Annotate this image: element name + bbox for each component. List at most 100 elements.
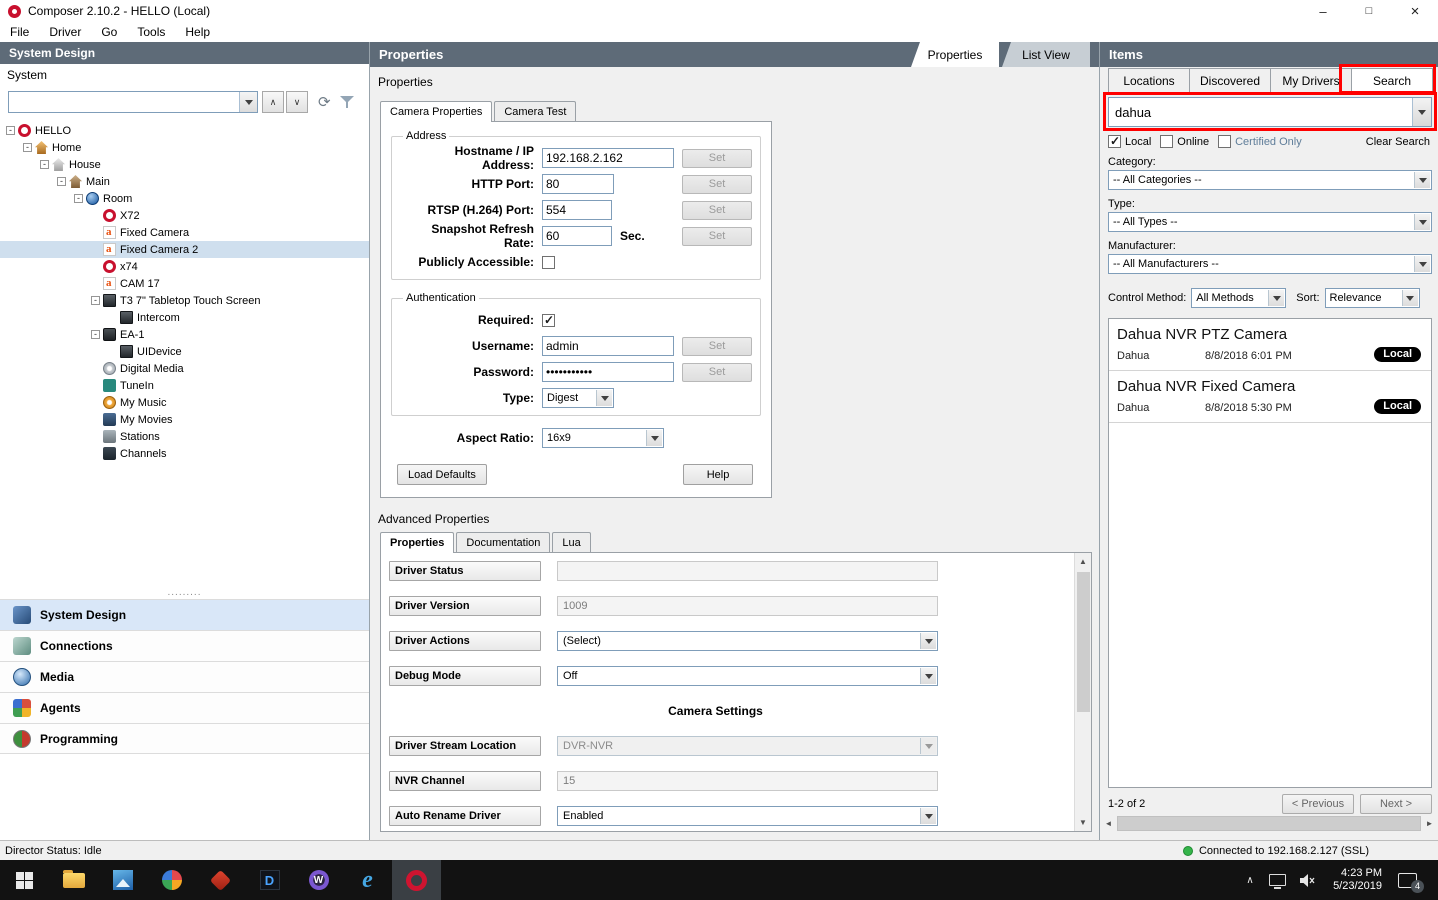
taskbar-app-internet-explorer[interactable] bbox=[343, 860, 392, 900]
collapse-icon[interactable]: - bbox=[23, 143, 32, 152]
manufacturer-select[interactable]: -- All Manufacturers -- bbox=[1108, 254, 1432, 274]
menu-tools[interactable]: Tools bbox=[127, 25, 175, 39]
password-input[interactable] bbox=[542, 362, 674, 382]
tab-advanced-properties[interactable]: Properties bbox=[380, 532, 454, 553]
nav-system-design[interactable]: System Design bbox=[0, 599, 369, 630]
tree-item-house[interactable]: -House bbox=[0, 156, 369, 173]
tree-item-my-movies[interactable]: My Movies bbox=[0, 411, 369, 428]
local-checkbox[interactable] bbox=[1108, 135, 1121, 148]
next-page-button[interactable]: Next > bbox=[1360, 794, 1432, 814]
tree-item-stations[interactable]: Stations bbox=[0, 428, 369, 445]
start-button[interactable] bbox=[0, 860, 49, 900]
menu-driver[interactable]: Driver bbox=[39, 25, 91, 39]
taskbar-app-photos[interactable] bbox=[98, 860, 147, 900]
chevron-down-icon[interactable] bbox=[239, 92, 257, 112]
tab-list-view[interactable]: List View bbox=[1002, 42, 1090, 67]
tree-item-uidevice[interactable]: UIDevice bbox=[0, 343, 369, 360]
property-value-driver-actions[interactable]: (Select) bbox=[557, 631, 938, 651]
tree-item-my-music[interactable]: My Music bbox=[0, 394, 369, 411]
chevron-down-icon[interactable] bbox=[1412, 98, 1431, 126]
property-label-button[interactable]: Auto Rename Driver bbox=[389, 806, 541, 826]
scroll-right-icon[interactable]: ► bbox=[1421, 815, 1438, 832]
collapse-icon[interactable]: - bbox=[57, 177, 66, 186]
taskbar-app-w-app[interactable] bbox=[294, 860, 343, 900]
hostname-input[interactable] bbox=[542, 148, 674, 168]
property-value-auto-rename-driver[interactable]: Enabled bbox=[557, 806, 938, 826]
set-username-button[interactable]: Set bbox=[682, 337, 752, 356]
nav-connections[interactable]: Connections bbox=[0, 630, 369, 661]
splitter-handle[interactable] bbox=[0, 586, 369, 599]
scroll-up-icon[interactable]: ▲ bbox=[1075, 553, 1092, 570]
minimize-button[interactable] bbox=[1300, 0, 1346, 22]
sort-select[interactable]: Relevance bbox=[1325, 288, 1420, 308]
category-select[interactable]: -- All Categories -- bbox=[1108, 170, 1432, 190]
collapse-icon[interactable]: - bbox=[6, 126, 15, 135]
tree-item-channels[interactable]: Channels bbox=[0, 445, 369, 462]
tree-item-main[interactable]: -Main bbox=[0, 173, 369, 190]
type-select[interactable]: -- All Types -- bbox=[1108, 212, 1432, 232]
set-rtsp-port-button[interactable]: Set bbox=[682, 201, 752, 220]
taskbar-app-composer[interactable] bbox=[392, 860, 441, 900]
collapse-icon[interactable]: - bbox=[91, 296, 100, 305]
property-label-button[interactable]: Driver Status bbox=[389, 561, 541, 581]
tree-item-home[interactable]: -Home bbox=[0, 139, 369, 156]
tree-item-intercom[interactable]: Intercom bbox=[0, 309, 369, 326]
close-button[interactable] bbox=[1392, 0, 1438, 22]
system-filter-combobox[interactable] bbox=[8, 91, 258, 113]
tree-item-fixed-camera-2[interactable]: Fixed Camera 2 bbox=[0, 241, 369, 258]
scrollbar-thumb[interactable] bbox=[1117, 816, 1421, 831]
username-input[interactable] bbox=[542, 336, 674, 356]
refresh-icon[interactable]: ⟳ bbox=[318, 93, 331, 111]
taskbar-app-d-app[interactable] bbox=[245, 860, 294, 900]
tab-camera-properties[interactable]: Camera Properties bbox=[380, 101, 492, 122]
set-hostname-button[interactable]: Set bbox=[682, 149, 752, 168]
snapshot-rate-input[interactable] bbox=[542, 226, 612, 246]
scroll-left-icon[interactable]: ◄ bbox=[1100, 815, 1117, 832]
http-port-input[interactable] bbox=[542, 174, 614, 194]
notifications-icon[interactable]: 4 bbox=[1398, 873, 1417, 888]
tree-item-x74[interactable]: x74 bbox=[0, 258, 369, 275]
taskbar-app-colorful-app[interactable] bbox=[147, 860, 196, 900]
clock[interactable]: 4:23 PM 5/23/2019 bbox=[1323, 867, 1392, 893]
find-previous-button[interactable]: ∧ bbox=[262, 91, 284, 113]
previous-page-button[interactable]: < Previous bbox=[1282, 794, 1354, 814]
taskbar-app-file-explorer[interactable] bbox=[49, 860, 98, 900]
driver-search-input[interactable] bbox=[1109, 98, 1431, 126]
driver-result-dahua-nvr-fixed-camera[interactable]: Dahua NVR Fixed CameraDahua8/8/2018 5:30… bbox=[1109, 371, 1431, 423]
tab-camera-test[interactable]: Camera Test bbox=[494, 101, 576, 121]
tab-properties-view[interactable]: Properties bbox=[911, 42, 999, 67]
property-label-button[interactable]: Driver Version bbox=[389, 596, 541, 616]
taskbar-app-red-app[interactable] bbox=[196, 860, 245, 900]
property-value-debug-mode[interactable]: Off bbox=[557, 666, 938, 686]
required-checkbox[interactable] bbox=[542, 314, 555, 327]
collapse-icon[interactable]: - bbox=[40, 160, 49, 169]
filter-funnel-icon[interactable] bbox=[339, 94, 355, 110]
tab-search[interactable]: Search bbox=[1351, 68, 1433, 93]
property-label-button[interactable]: NVR Channel bbox=[389, 771, 541, 791]
menu-file[interactable]: File bbox=[0, 25, 39, 39]
set-password-button[interactable]: Set bbox=[682, 363, 752, 382]
tray-chevron-icon[interactable]: ∧ bbox=[1237, 875, 1263, 886]
tree-item-fixed-camera[interactable]: Fixed Camera bbox=[0, 224, 369, 241]
tab-my-drivers[interactable]: My Drivers bbox=[1270, 68, 1352, 93]
tree-item-cam-17[interactable]: CAM 17 bbox=[0, 275, 369, 292]
control-method-select[interactable]: All Methods bbox=[1191, 288, 1286, 308]
driver-result-dahua-nvr-ptz-camera[interactable]: Dahua NVR PTZ CameraDahua8/8/2018 6:01 P… bbox=[1109, 319, 1431, 371]
vertical-scrollbar[interactable]: ▲ ▼ bbox=[1074, 553, 1091, 831]
aspect-ratio-select[interactable]: 16x9 bbox=[542, 428, 664, 448]
horizontal-scrollbar[interactable]: ◄ ► bbox=[1100, 815, 1438, 832]
tab-lua[interactable]: Lua bbox=[552, 532, 590, 552]
tree-item-ea-1[interactable]: -EA-1 bbox=[0, 326, 369, 343]
load-defaults-button[interactable]: Load Defaults bbox=[397, 464, 487, 485]
tree-item-room[interactable]: -Room bbox=[0, 190, 369, 207]
set-http-port-button[interactable]: Set bbox=[682, 175, 752, 194]
collapse-icon[interactable]: - bbox=[91, 330, 100, 339]
scroll-down-icon[interactable]: ▼ bbox=[1075, 814, 1092, 831]
online-checkbox[interactable] bbox=[1160, 135, 1173, 148]
menu-help[interactable]: Help bbox=[175, 25, 220, 39]
nav-programming[interactable]: Programming bbox=[0, 723, 369, 754]
set-snapshot-rate-button[interactable]: Set bbox=[682, 227, 752, 246]
tree-item-digital-media[interactable]: Digital Media bbox=[0, 360, 369, 377]
nav-media[interactable]: Media bbox=[0, 661, 369, 692]
collapse-icon[interactable]: - bbox=[74, 194, 83, 203]
